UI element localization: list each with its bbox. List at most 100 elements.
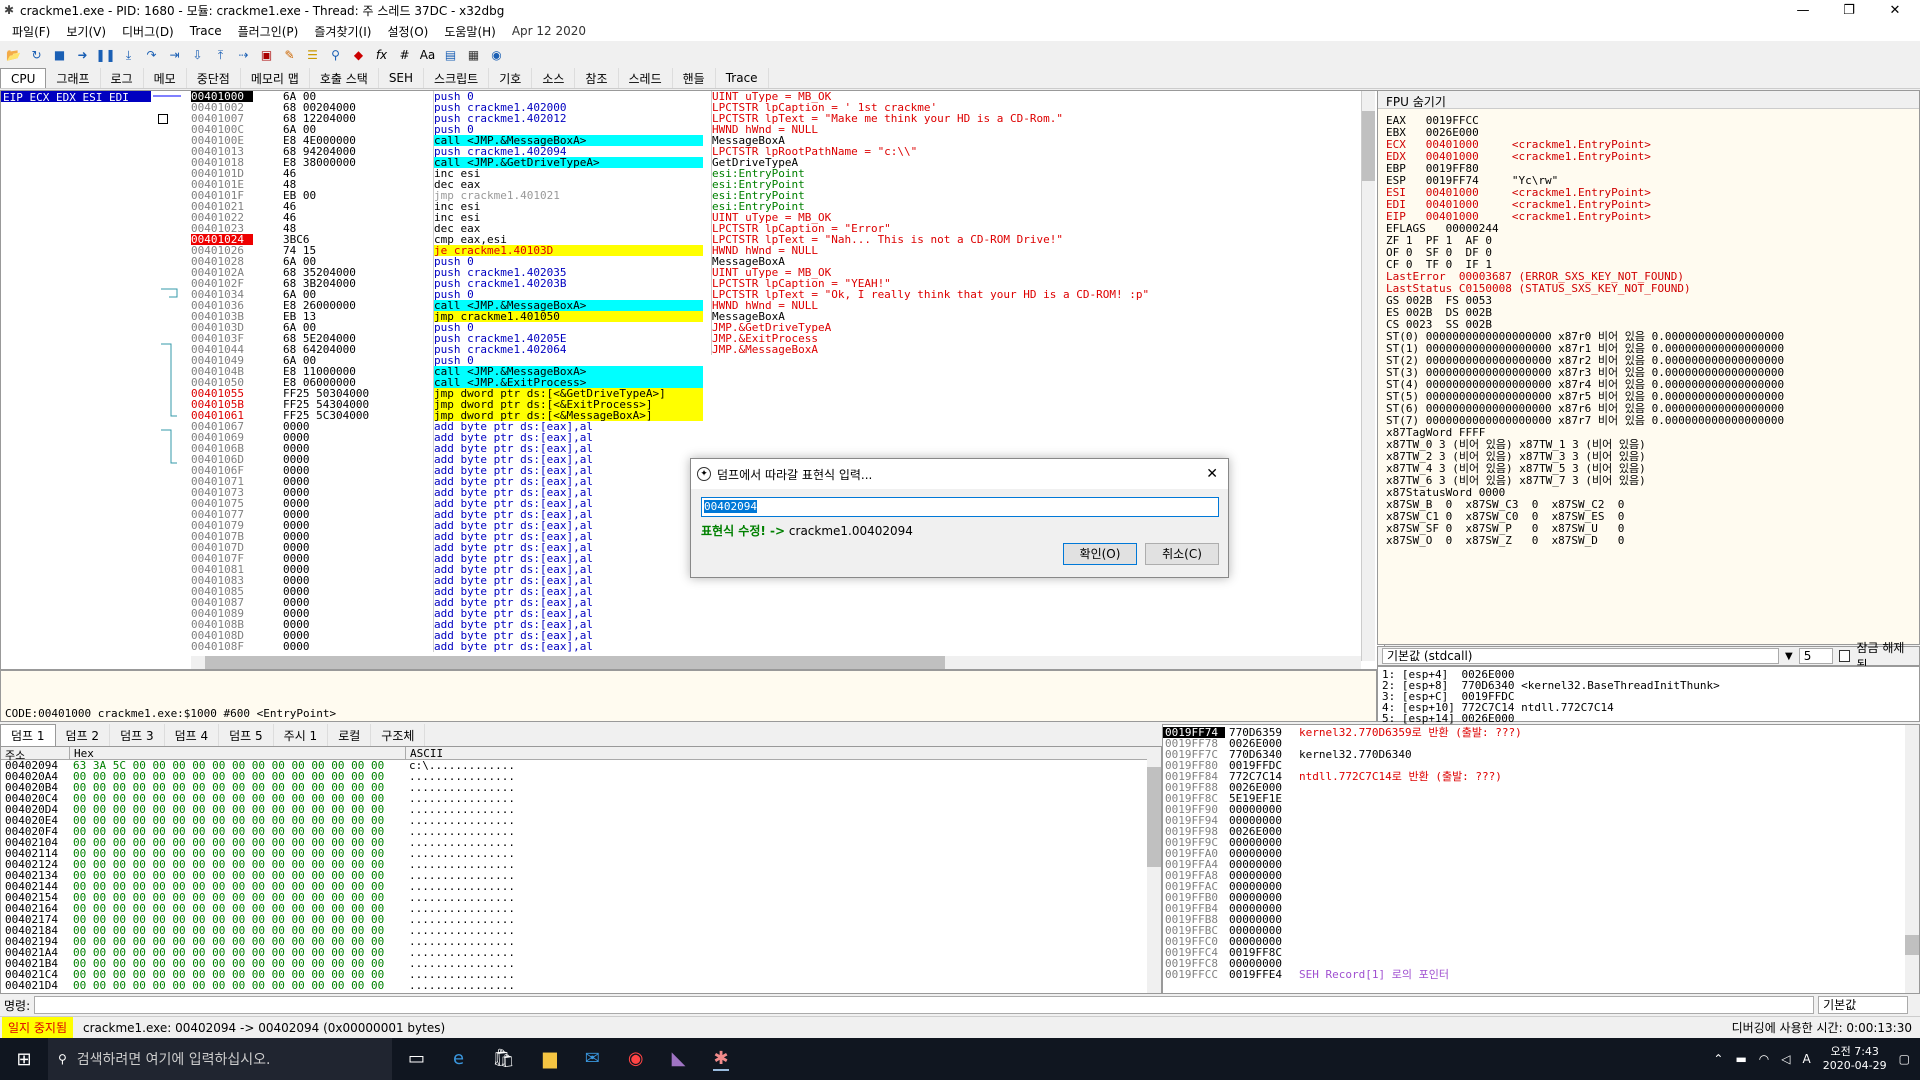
arg-count-spinner[interactable]: 5: [1798, 648, 1833, 664]
menu-item[interactable]: 보기(V): [58, 23, 114, 40]
unlock-checkbox[interactable]: [1838, 650, 1851, 662]
run-icon[interactable]: ➜: [73, 46, 92, 64]
execute-till-return-icon[interactable]: ⤒: [211, 46, 230, 64]
menu-item[interactable]: Trace: [182, 24, 230, 38]
scylla-icon[interactable]: ▣: [257, 46, 276, 64]
run-to-user-icon[interactable]: ⇢: [234, 46, 253, 64]
globe-icon[interactable]: ◉: [487, 46, 506, 64]
disasm-instruction[interactable]: push crackme1.402064: [434, 344, 703, 355]
tab-item[interactable]: SEH: [379, 68, 425, 88]
restart-icon[interactable]: ↻: [27, 46, 46, 64]
tab-item[interactable]: CPU: [0, 68, 47, 88]
chevron-up-icon[interactable]: ⌃: [1713, 1052, 1723, 1066]
start-icon[interactable]: ⊞: [0, 1038, 48, 1080]
cancel-button[interactable]: 취소(C): [1145, 543, 1219, 565]
ok-button[interactable]: 확인(O): [1063, 543, 1137, 565]
stack-comment: [1295, 903, 1299, 914]
label-icon[interactable]: ⚲: [326, 46, 345, 64]
trace-into-icon[interactable]: ⇥: [165, 46, 184, 64]
notification-icon[interactable]: ▢: [1899, 1052, 1910, 1066]
edge-icon[interactable]: e: [453, 1048, 464, 1071]
menu-item[interactable]: 도움말(H): [436, 23, 504, 40]
function-icon[interactable]: fx: [372, 46, 391, 64]
disasm-instruction[interactable]: jmp crackme1.401050: [434, 311, 703, 322]
command-input[interactable]: [34, 996, 1815, 1014]
disasm-instruction[interactable]: push crackme1.402012: [434, 113, 703, 124]
minimize-button[interactable]: —: [1780, 0, 1826, 21]
volume-icon[interactable]: ◁: [1781, 1052, 1790, 1066]
search-box[interactable]: ⚲ 검색하려면 여기에 입력하십시오.: [48, 1038, 392, 1080]
tab-item[interactable]: 핸들: [673, 68, 716, 88]
pause-icon[interactable]: ❚❚: [95, 46, 115, 64]
dump-vscroll[interactable]: [1147, 747, 1161, 993]
chrome-icon[interactable]: ◉: [628, 1048, 644, 1071]
tab-item[interactable]: 참조: [575, 68, 619, 88]
battery-icon[interactable]: ▬: [1735, 1052, 1746, 1066]
tab-item[interactable]: 소스: [532, 68, 576, 88]
menu-item[interactable]: 파일(F): [4, 23, 58, 40]
visual-studio-icon[interactable]: ◣: [672, 1048, 686, 1071]
menu-item[interactable]: 설정(O): [379, 23, 436, 40]
menu-item[interactable]: 플러그인(P): [230, 23, 307, 40]
tab-item[interactable]: 중단점: [187, 68, 241, 88]
explorer-icon[interactable]: ▆: [543, 1048, 557, 1071]
mail-icon[interactable]: ✉: [585, 1048, 600, 1071]
disasm-instruction[interactable]: push crackme1.40203B: [434, 278, 703, 289]
convention-select[interactable]: 기본값 (stdcall): [1382, 648, 1779, 664]
store-icon[interactable]: 🛍: [492, 1048, 515, 1071]
tab-item[interactable]: 메모: [144, 68, 187, 88]
wifi-icon[interactable]: ◠: [1759, 1052, 1769, 1066]
stack-row[interactable]: 0019FFCC 0019FFE4 SEH Record[1] 로의 포인터: [1163, 969, 1919, 980]
task-view-icon[interactable]: ▭: [408, 1048, 425, 1071]
hash-icon[interactable]: #: [395, 46, 414, 64]
menu-item[interactable]: 디버그(D): [114, 23, 182, 40]
disasm-instruction[interactable]: je crackme1.40103D: [434, 245, 703, 256]
stack-comment: [1295, 826, 1299, 837]
tab-item[interactable]: 그래프: [46, 68, 101, 88]
maximize-button[interactable]: ❐: [1826, 0, 1872, 21]
calculator-icon[interactable]: ▦: [464, 46, 483, 64]
dump-tab[interactable]: 구조체: [371, 724, 426, 746]
tab-item[interactable]: 스레드: [619, 68, 673, 88]
comment-icon[interactable]: ☰: [303, 46, 322, 64]
strings-icon[interactable]: ▤: [441, 46, 460, 64]
tab-item[interactable]: 메모리 맵: [241, 68, 310, 88]
command-mode-select[interactable]: 기본값: [1818, 996, 1909, 1014]
stop-icon[interactable]: ■: [50, 46, 69, 64]
dump-tab[interactable]: 덤프 1: [0, 724, 56, 746]
disasm-instruction[interactable]: add byte ptr ds:[eax],al: [434, 641, 703, 652]
register-line[interactable]: x87SW_O 0 x87SW_Z 0 x87SW_D 0: [1386, 535, 1911, 547]
step-into-icon[interactable]: ⤓: [119, 46, 138, 64]
clock[interactable]: 오전 7:43 2020-04-29: [1823, 1045, 1887, 1073]
patch-icon[interactable]: ✎: [280, 46, 299, 64]
disasm-vscroll[interactable]: [1361, 91, 1375, 661]
open-icon[interactable]: 📂: [4, 46, 23, 64]
menu-item[interactable]: 즐겨찾기(I): [306, 23, 379, 40]
disasm-hscroll[interactable]: [191, 656, 1361, 669]
dump-row[interactable]: 004021D4 00 00 00 00 00 00 00 00 00 00 00…: [1, 980, 1161, 991]
dump-tab[interactable]: 로컬: [328, 724, 372, 746]
tab-item[interactable]: 기호: [489, 68, 533, 88]
close-button[interactable]: ✕: [1872, 0, 1918, 21]
trace-over-icon[interactable]: ⇩: [188, 46, 207, 64]
tab-item[interactable]: Trace: [716, 68, 769, 88]
dump-tab[interactable]: 덤프 5: [219, 724, 274, 746]
stack-vscroll[interactable]: [1905, 725, 1919, 993]
dialog-close-icon[interactable]: ✕: [1206, 466, 1218, 482]
disassembly-pane: EIP ECX EDX ESI EDI 00401000 00401002 0040…: [0, 90, 1385, 670]
x32dbg-icon[interactable]: ✱: [713, 1048, 729, 1071]
bookmark-icon[interactable]: ◆: [349, 46, 368, 64]
dump-tab[interactable]: 덤프 4: [165, 724, 220, 746]
step-over-icon[interactable]: ↷: [142, 46, 161, 64]
tab-item[interactable]: 호출 스택: [310, 68, 379, 88]
dump-tab[interactable]: 주시 1: [274, 724, 329, 746]
fpu-toggle[interactable]: FPU 숨기기: [1378, 91, 1919, 109]
disasm-address[interactable]: 0040108F: [191, 641, 253, 652]
dump-tab[interactable]: 덤프 3: [110, 724, 165, 746]
tab-item[interactable]: 스크립트: [424, 68, 490, 88]
font-icon[interactable]: Aa: [418, 46, 437, 64]
expression-input[interactable]: 00402094: [701, 497, 1219, 517]
ime-indicator[interactable]: A: [1803, 1052, 1811, 1066]
dump-tab[interactable]: 덤프 2: [56, 724, 111, 746]
tab-item[interactable]: 로그: [101, 68, 144, 88]
